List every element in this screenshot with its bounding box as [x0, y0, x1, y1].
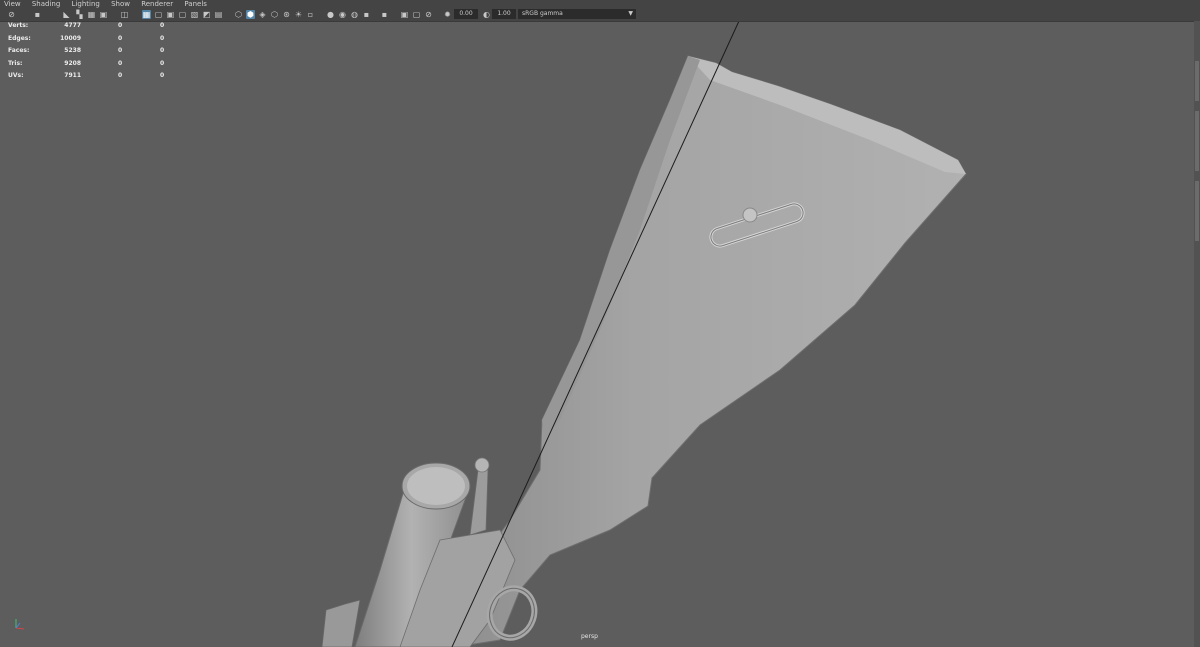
ambient-occlusion-icon[interactable]: ⬡	[270, 10, 279, 19]
hud-value: 0	[160, 59, 165, 67]
hud-value: 0	[118, 72, 123, 79]
film-gate-icon[interactable]: ▣	[99, 10, 108, 19]
hud-row-verts: Verts: 4777 0 0	[0, 22, 170, 35]
wireframe-icon[interactable]: ▦	[142, 10, 151, 19]
panel-menu-bar: View Shading Lighting Show Renderer Pane…	[0, 0, 1200, 8]
depth-of-field-icon[interactable]: ▫	[306, 10, 315, 19]
chevron-down-icon: ▼	[628, 10, 633, 17]
isolate-select-icon[interactable]: ●	[326, 10, 335, 19]
resolution-gate-icon[interactable]: ◫	[120, 10, 129, 19]
gamma-icon[interactable]: ◐	[482, 10, 491, 19]
hud-label: Tris:	[8, 59, 23, 67]
hud-row-edges: Edges: 10009 0 0	[0, 35, 170, 48]
hud-value: 0	[160, 22, 165, 29]
hud-label: UVs:	[8, 72, 24, 79]
no-icon[interactable]: ⊘	[424, 10, 433, 19]
hud-row-uvs: UVs: 7911 0 0	[0, 72, 170, 85]
exposure-icon[interactable]: ✹	[443, 10, 452, 19]
xray-joints-icon[interactable]: ◍	[350, 10, 359, 19]
textured-icon[interactable]: ⬡	[234, 10, 243, 19]
camera-name-label: persp	[581, 633, 598, 640]
menu-view[interactable]: View	[4, 0, 21, 8]
gamma-field[interactable]: 1.00	[492, 9, 516, 19]
anti-aliasing-icon[interactable]: ☀	[294, 10, 303, 19]
rifle-stock[interactable]	[454, 55, 967, 647]
side-tab[interactable]	[1195, 111, 1199, 171]
menu-show[interactable]: Show	[111, 0, 130, 8]
poly-count-hud: Verts: 4777 0 0 Edges: 10009 0 0 Faces: …	[0, 22, 170, 85]
hud-value: 0	[118, 22, 123, 29]
motion-blur-icon[interactable]: ⊛	[282, 10, 291, 19]
bookmark-icon[interactable]: ◣	[62, 10, 71, 19]
default-material-icon[interactable]: ▣	[166, 10, 175, 19]
hud-row-tris: Tris: 9208 0 0	[0, 60, 170, 73]
hud-value: 10009	[60, 34, 81, 42]
scope-mount	[321, 599, 361, 647]
hud-value: 0	[118, 47, 123, 54]
smooth-shade-icon[interactable]: ▢	[154, 10, 163, 19]
select-camera-icon[interactable]: ⊘	[7, 10, 16, 19]
view-axis-icon	[15, 619, 25, 630]
hud-value: 0	[118, 34, 123, 42]
safe-action-icon[interactable]: ◩	[202, 10, 211, 19]
side-tab[interactable]	[1195, 181, 1199, 241]
hud-value: 5238	[64, 47, 81, 54]
hud-value: 7911	[64, 72, 81, 79]
hud-label: Verts:	[8, 22, 29, 29]
hud-row-faces: Faces: 5238 0 0	[0, 47, 170, 60]
frame-icon[interactable]: ▢	[412, 10, 421, 19]
xray-icon[interactable]: ◉	[338, 10, 347, 19]
menu-panels[interactable]: Panels	[184, 0, 207, 8]
hud-value: 0	[118, 59, 123, 67]
backface-culling-icon[interactable]: ▪	[362, 10, 371, 19]
hud-value: 4777	[64, 22, 81, 29]
safe-title-icon[interactable]: ▤	[214, 10, 223, 19]
hud-value: 9208	[64, 59, 81, 67]
bolt-handle	[469, 457, 490, 536]
menu-shading[interactable]: Shading	[32, 0, 60, 8]
menu-lighting[interactable]: Lighting	[72, 0, 100, 8]
field-chart-icon[interactable]: ▧	[190, 10, 199, 19]
side-panel-strip	[1194, 21, 1200, 647]
grid-icon[interactable]: ▦	[87, 10, 96, 19]
shadows-icon[interactable]: ◈	[258, 10, 267, 19]
panel-toolbar: ⊘ ▪ ◣ ▚ ▦ ▣ ◫ ▦ ▢ ▣ ▢ ▧ ◩ ▤ ⬡ ⬢ ◈ ⬡ ⊛ ☀ …	[0, 8, 1200, 22]
hud-value: 0	[160, 47, 165, 54]
exposure-field[interactable]: 0.00	[454, 9, 478, 19]
hud-label: Edges:	[8, 34, 31, 42]
hud-label: Faces:	[8, 47, 30, 54]
hud-value: 0	[160, 72, 165, 79]
menu-renderer[interactable]: Renderer	[141, 0, 173, 8]
image-plane-icon[interactable]: ▚	[75, 10, 84, 19]
side-tab[interactable]	[1195, 61, 1199, 101]
color-space-dropdown[interactable]: sRGB gamma ▼	[518, 9, 636, 19]
color-space-value: sRGB gamma	[522, 10, 563, 17]
gate-mask-icon[interactable]: ▢	[178, 10, 187, 19]
component-icon[interactable]: ▪	[380, 10, 389, 19]
hud-value: 0	[160, 34, 165, 42]
snapshot-icon[interactable]: ▣	[400, 10, 409, 19]
camera-attributes-icon[interactable]: ▪	[33, 10, 42, 19]
use-lights-icon[interactable]: ⬢	[246, 10, 255, 19]
viewport-scene[interactable]	[0, 0, 1200, 647]
